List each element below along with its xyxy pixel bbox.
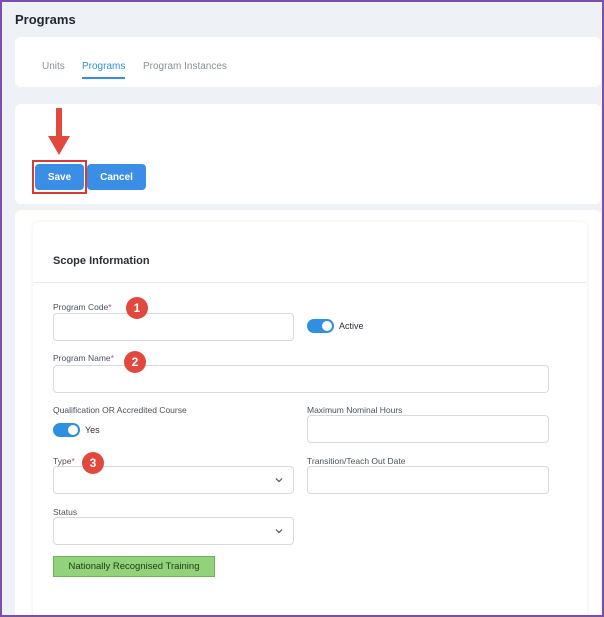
tab-programs[interactable]: Programs <box>82 61 126 79</box>
program-code-input[interactable] <box>53 313 294 341</box>
qualification-toggle-label: Yes <box>85 425 100 435</box>
tabs-bar: Units Programs Program Instances <box>15 37 601 87</box>
required-mark: * <box>71 456 75 466</box>
callout-badge-1: 1 <box>126 297 148 319</box>
tab-units[interactable]: Units <box>42 61 65 77</box>
tab-program-instances[interactable]: Program Instances <box>143 61 227 77</box>
save-button-highlight <box>32 160 87 194</box>
program-code-label: Program Code* <box>53 302 112 312</box>
qualification-toggle[interactable] <box>53 423 80 437</box>
transition-date-label: Transition/Teach Out Date <box>307 456 406 466</box>
status-label: Status <box>53 507 78 517</box>
page-title: Programs <box>15 12 76 27</box>
transition-date-input[interactable] <box>307 466 549 494</box>
program-name-label: Program Name* <box>53 353 114 363</box>
chevron-down-icon <box>275 478 283 483</box>
max-nominal-hours-label: Maximum Nominal Hours <box>307 405 403 415</box>
type-label: Type* <box>53 456 75 466</box>
section-title: Scope Information <box>53 255 150 267</box>
callout-badge-2: 2 <box>124 351 146 373</box>
nationally-recognised-training-badge: Nationally Recognised Training <box>53 556 215 577</box>
status-select[interactable] <box>53 517 294 545</box>
chevron-down-icon <box>275 529 283 534</box>
type-label-text: Type <box>53 456 72 466</box>
max-nominal-hours-input[interactable] <box>307 415 549 443</box>
required-mark: * <box>108 302 112 312</box>
arrow-down-icon <box>48 108 70 155</box>
active-toggle[interactable] <box>307 319 334 333</box>
qualification-label: Qualification OR Accredited Course <box>53 405 187 415</box>
required-mark: * <box>110 353 114 363</box>
program-code-label-text: Program Code <box>53 302 109 312</box>
program-name-label-text: Program Name <box>53 353 111 363</box>
callout-badge-3: 3 <box>82 452 104 474</box>
cancel-button[interactable]: Cancel <box>87 164 146 190</box>
active-toggle-label: Active <box>339 321 364 331</box>
divider <box>33 282 587 283</box>
